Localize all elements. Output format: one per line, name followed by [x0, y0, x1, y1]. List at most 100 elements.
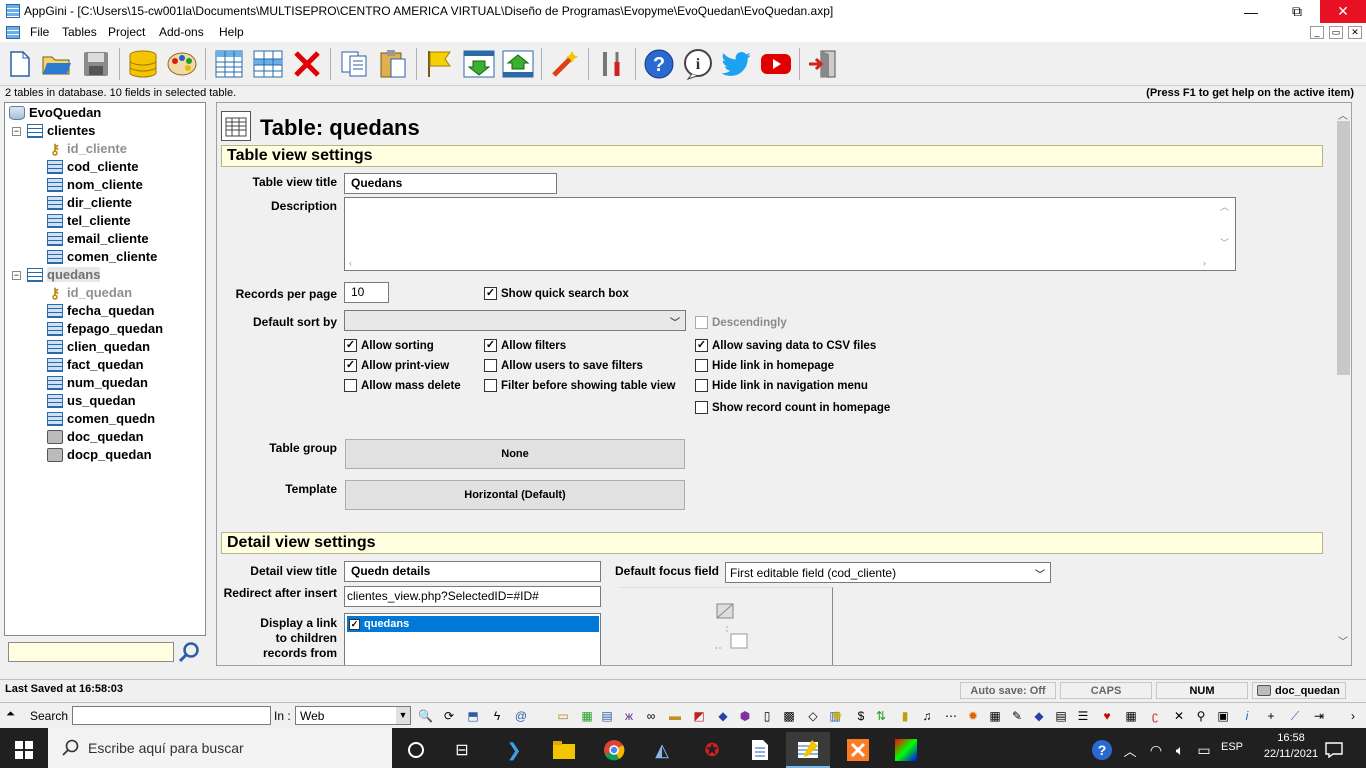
- tree-field[interactable]: nom_cliente: [47, 177, 143, 192]
- notifications-icon[interactable]: [1312, 732, 1356, 768]
- main-scrollbar[interactable]: ︿ ﹀: [1335, 103, 1351, 665]
- music-icon[interactable]: ♫: [920, 709, 934, 723]
- default-sort-select[interactable]: ﹀: [344, 310, 686, 331]
- checkbox-unchecked[interactable]: [695, 379, 708, 392]
- allow-print-view-checkbox[interactable]: ✓ Allow print-view: [344, 359, 449, 372]
- tree-field[interactable]: us_quedan: [47, 393, 136, 408]
- search-go-icon[interactable]: 🔍: [418, 709, 433, 723]
- menu-expand-icon[interactable]: ›: [1346, 709, 1360, 723]
- delete-icon[interactable]: [290, 47, 324, 81]
- calculator-icon[interactable]: ▦: [1124, 709, 1138, 723]
- taskbar-search[interactable]: Escribe aquí para buscar: [48, 728, 392, 768]
- move-down-icon[interactable]: [462, 47, 496, 81]
- plus-icon[interactable]: +: [1264, 709, 1278, 723]
- hide-homepage-link-checkbox[interactable]: Hide link in homepage: [695, 359, 834, 372]
- dots-icon[interactable]: ⋯: [944, 709, 958, 723]
- scroll-up-icon[interactable]: ︿: [1338, 107, 1348, 122]
- paste-icon[interactable]: [376, 47, 410, 81]
- pen-icon[interactable]: ✎: [1010, 709, 1024, 723]
- show-record-count-checkbox[interactable]: Show record count in homepage: [695, 401, 890, 414]
- heart-icon[interactable]: ♥: [1100, 709, 1114, 723]
- collapse-icon[interactable]: −: [12, 271, 21, 280]
- tree-field[interactable]: ⚷ id_cliente: [47, 141, 127, 156]
- grid-icon[interactable]: ▦: [988, 709, 1002, 723]
- detail-view-title-input[interactable]: Quedn details: [344, 561, 601, 582]
- description-textarea[interactable]: ︿ ﹀ ‹ ›: [344, 197, 1236, 271]
- minimize-button[interactable]: —: [1228, 0, 1274, 23]
- search-icon[interactable]: [178, 641, 200, 668]
- xampp-icon[interactable]: [836, 732, 880, 768]
- tree-table-clientes[interactable]: clientes: [27, 123, 95, 138]
- menu-project[interactable]: Project: [108, 25, 145, 39]
- checkbox-unchecked[interactable]: [695, 401, 708, 414]
- tree-field[interactable]: fecha_quedan: [47, 303, 154, 318]
- film-strip-icon[interactable]: $: [854, 709, 868, 723]
- quick-search-input[interactable]: [72, 706, 271, 725]
- tools-icon[interactable]: [595, 47, 629, 81]
- checkbox-unchecked[interactable]: [695, 359, 708, 372]
- allow-sorting-checkbox[interactable]: ✓ Allow sorting: [344, 339, 434, 352]
- tag-icon[interactable]: ◩: [692, 709, 706, 723]
- cube-icon[interactable]: ⬢: [738, 709, 752, 723]
- default-focus-select[interactable]: First editable field (cod_cliente) ﹀: [725, 562, 1051, 583]
- scroll-down-icon[interactable]: ﹀: [1220, 236, 1229, 249]
- gem-icon[interactable]: ◆: [1032, 709, 1046, 723]
- windows-start-icon[interactable]: [2, 732, 46, 768]
- tree-field[interactable]: ⚷ id_quedan: [47, 285, 132, 300]
- info-icon[interactable]: i: [681, 47, 715, 81]
- menu-addons[interactable]: Add-ons: [159, 25, 204, 39]
- tree-field[interactable]: docp_quedan: [47, 447, 152, 462]
- allow-filters-checkbox[interactable]: ✓ Allow filters: [484, 339, 566, 352]
- filter-before-checkbox[interactable]: Filter before showing table view: [484, 379, 675, 392]
- descendingly-checkbox[interactable]: Descendingly: [695, 316, 787, 329]
- pill-icon[interactable]: ✕: [1172, 709, 1186, 723]
- flag-icon[interactable]: [423, 47, 457, 81]
- copy-icon[interactable]: [337, 47, 371, 81]
- stock-icon[interactable]: ⇅: [874, 709, 888, 723]
- list-icon[interactable]: ☰: [1076, 709, 1090, 723]
- photo-icon[interactable]: ▣: [1216, 709, 1230, 723]
- tree-search-input[interactable]: [8, 642, 174, 662]
- checkbox-checked[interactable]: ✓: [484, 287, 497, 300]
- checkbox-unchecked[interactable]: [695, 316, 708, 329]
- page-icon[interactable]: ▤: [600, 709, 614, 723]
- allow-csv-checkbox[interactable]: ✓ Allow saving data to CSV files: [695, 339, 876, 352]
- notes-app-icon[interactable]: ◭: [640, 732, 684, 768]
- note-icon[interactable]: ◇: [806, 709, 820, 723]
- checkbox-checked[interactable]: ✓: [349, 618, 360, 630]
- checkbox-checked[interactable]: ✓: [484, 339, 497, 352]
- refresh-icon[interactable]: ⟳: [442, 709, 456, 723]
- butterfly-icon[interactable]: ж: [622, 709, 636, 723]
- tree-field[interactable]: fepago_quedan: [47, 321, 163, 336]
- appgini-taskbar-icon[interactable]: [786, 732, 830, 768]
- in-select[interactable]: Web ▼: [295, 706, 411, 725]
- file-explorer-icon[interactable]: [542, 732, 586, 768]
- database-icon[interactable]: [126, 47, 160, 81]
- scroll-right-icon[interactable]: ›: [1203, 258, 1206, 268]
- star-app-icon[interactable]: ✪: [690, 732, 734, 768]
- sheet-icon[interactable]: ▤: [1054, 709, 1068, 723]
- lightning-icon[interactable]: ϟ: [490, 709, 504, 723]
- tree-field[interactable]: tel_cliente: [47, 213, 131, 228]
- sun-icon[interactable]: ✹: [966, 709, 980, 723]
- template-button[interactable]: Horizontal (Default): [345, 480, 685, 510]
- exit-icon[interactable]: [806, 47, 840, 81]
- tree-field[interactable]: email_cliente: [47, 231, 149, 246]
- mdi-close-button[interactable]: ✕: [1348, 26, 1362, 39]
- collapse-icon[interactable]: −: [12, 127, 21, 136]
- new-field-icon[interactable]: [251, 47, 285, 81]
- tree-field[interactable]: num_quedan: [47, 375, 148, 390]
- tree-field[interactable]: comen_quedn: [47, 411, 155, 426]
- tree-field[interactable]: dir_cliente: [47, 195, 132, 210]
- clock-time[interactable]: 16:58: [1266, 732, 1316, 744]
- battery-tray-icon[interactable]: ▭: [1182, 732, 1226, 768]
- tree-field[interactable]: clien_quedan: [47, 339, 150, 354]
- folder-icon[interactable]: ▭: [556, 709, 570, 723]
- save-icon[interactable]: [79, 47, 113, 81]
- project-tree[interactable]: EvoQuedan − clientes ⚷ id_cliente cod_cli…: [4, 102, 206, 636]
- bookmark-icon[interactable]: ⬒: [466, 709, 480, 723]
- tree-field[interactable]: cod_cliente: [47, 159, 139, 174]
- list-item[interactable]: ✓ quedans: [347, 616, 599, 632]
- diamond-icon[interactable]: ◆: [716, 709, 730, 723]
- restore-button[interactable]: ⧉: [1274, 0, 1320, 23]
